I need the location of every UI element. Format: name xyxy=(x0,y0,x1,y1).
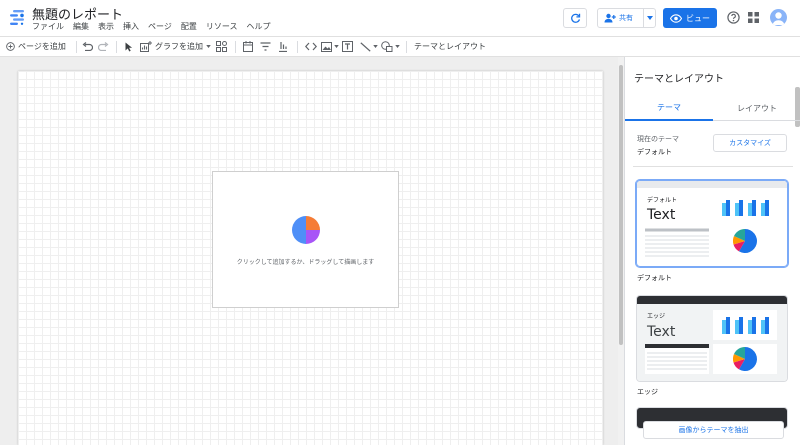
add-page-label: ページを追加 xyxy=(18,42,66,51)
divider xyxy=(633,166,793,167)
add-chart-button[interactable]: グラフを追加 xyxy=(140,37,211,56)
add-person-icon xyxy=(604,13,616,23)
caret-down-icon xyxy=(373,45,378,48)
menu-file[interactable]: ファイル xyxy=(32,21,64,32)
preview-bars xyxy=(722,200,769,216)
theme-preview-title: エッジ xyxy=(647,313,665,320)
menu-edit[interactable]: 編集 xyxy=(73,21,89,32)
share-label: 共有 xyxy=(619,14,633,22)
redo-button[interactable] xyxy=(98,37,109,56)
filter-control-button[interactable] xyxy=(260,37,271,56)
pie-chart-icon xyxy=(292,216,320,244)
redo-icon xyxy=(98,42,109,51)
menu-page[interactable]: ページ xyxy=(148,21,172,32)
caret-down-icon xyxy=(646,16,653,20)
data-studio-logo-icon[interactable] xyxy=(9,9,25,25)
calendar-icon xyxy=(243,41,253,52)
line-icon xyxy=(360,41,371,52)
theme-layout-label: テーマとレイアウト xyxy=(414,42,486,51)
tab-layout[interactable]: レイアウト xyxy=(713,95,800,121)
toolbar-divider xyxy=(116,41,117,53)
toolbar-divider xyxy=(76,41,77,53)
theme-preview-title: デフォルト xyxy=(647,196,677,204)
refresh-icon xyxy=(570,13,580,23)
shape-button[interactable] xyxy=(381,37,400,56)
current-theme-label: 現在のテーマ xyxy=(637,135,679,143)
current-theme-value: デフォルト xyxy=(637,148,672,156)
menu-bar: ファイル 編集 表示 挿入 ページ 配置 リソース ヘルプ xyxy=(32,21,270,32)
extract-theme-from-image-button[interactable]: 画像からテーマを抽出 xyxy=(643,421,784,439)
caret-down-icon xyxy=(206,45,211,48)
add-chart-label: グラフを追加 xyxy=(155,42,203,51)
undo-icon xyxy=(82,42,93,51)
share-button-group: 共有 xyxy=(597,8,656,28)
filter-icon xyxy=(260,42,271,51)
avatar[interactable] xyxy=(770,9,787,26)
add-circle-icon xyxy=(6,42,15,51)
menu-arrange[interactable]: 配置 xyxy=(181,21,197,32)
menu-view[interactable]: 表示 xyxy=(98,21,114,32)
cursor-arrow-icon xyxy=(125,42,133,51)
help-icon[interactable] xyxy=(727,11,740,24)
chart-placeholder[interactable]: クリックして追加するか、ドラッグして描画します xyxy=(212,171,399,308)
undo-button[interactable] xyxy=(82,37,93,56)
refresh-button[interactable] xyxy=(563,8,587,28)
menu-insert[interactable]: 挿入 xyxy=(123,21,139,32)
theme-preview-text: Text xyxy=(646,324,676,340)
shapes-icon xyxy=(381,41,393,52)
line-button[interactable] xyxy=(360,37,378,56)
controls-icon xyxy=(216,41,227,52)
text-box-icon xyxy=(342,41,353,52)
menu-resource[interactable]: リソース xyxy=(206,21,238,32)
preview-pie xyxy=(732,346,757,371)
menu-help[interactable]: ヘルプ xyxy=(246,21,270,32)
theme-preview-text: Text xyxy=(646,207,676,223)
share-dropdown-button[interactable] xyxy=(644,9,655,27)
chart-add-icon xyxy=(140,41,152,52)
theme-name-edge: エッジ xyxy=(637,388,658,396)
data-control-button[interactable] xyxy=(278,37,288,56)
panel-title: テーマとレイアウト xyxy=(634,74,724,85)
theme-preview-edge: エッジ Text xyxy=(637,296,787,381)
select-tool-button[interactable] xyxy=(125,37,133,56)
toolbar-divider xyxy=(406,41,407,53)
caret-down-icon xyxy=(334,45,339,48)
add-page-button[interactable]: ページを追加 xyxy=(6,37,66,56)
scrollbar-thumb[interactable] xyxy=(619,65,623,345)
customize-button[interactable]: カスタマイズ xyxy=(713,134,787,152)
theme-card-default[interactable]: デフォルト Text xyxy=(636,180,788,267)
user-icon xyxy=(772,12,785,25)
toolbar-divider xyxy=(297,41,298,53)
app-header: 無題のレポート ファイル 編集 表示 挿入 ページ 配置 リソース ヘルプ 共有 xyxy=(0,0,800,36)
placeholder-hint: クリックして追加するか、ドラッグして描画します xyxy=(236,259,375,266)
image-icon xyxy=(321,41,332,52)
theme-name-default: デフォルト xyxy=(637,274,672,282)
embed-url-button[interactable] xyxy=(305,37,317,56)
toolbar-divider xyxy=(235,41,236,53)
view-label: ビュー xyxy=(686,13,710,23)
view-button[interactable]: ビュー xyxy=(663,8,717,28)
preview-pie xyxy=(732,228,757,253)
apps-grid-icon[interactable] xyxy=(748,12,759,23)
share-button[interactable]: 共有 xyxy=(598,9,644,27)
add-control-button[interactable] xyxy=(216,37,227,56)
toolbar: ページを追加 グラフを追加 テーマとレイアウト xyxy=(0,36,800,57)
image-button[interactable] xyxy=(321,37,339,56)
text-button[interactable] xyxy=(342,37,353,56)
code-icon xyxy=(305,42,317,51)
theme-layout-panel: テーマとレイアウト テーマ レイアウト 現在のテーマ デフォルト カスタマイズ … xyxy=(624,57,800,445)
panel-tabs: テーマ レイアウト xyxy=(625,95,800,121)
theme-layout-button[interactable]: テーマとレイアウト xyxy=(414,37,486,56)
eye-icon xyxy=(670,13,682,23)
date-range-button[interactable] xyxy=(243,37,253,56)
sort-icon xyxy=(279,42,287,52)
preview-table-lines xyxy=(645,228,709,257)
theme-preview-default: デフォルト Text xyxy=(637,181,787,257)
theme-card-edge[interactable]: エッジ Text xyxy=(636,295,788,382)
tab-theme[interactable]: テーマ xyxy=(625,95,713,121)
caret-down-icon xyxy=(395,45,400,48)
